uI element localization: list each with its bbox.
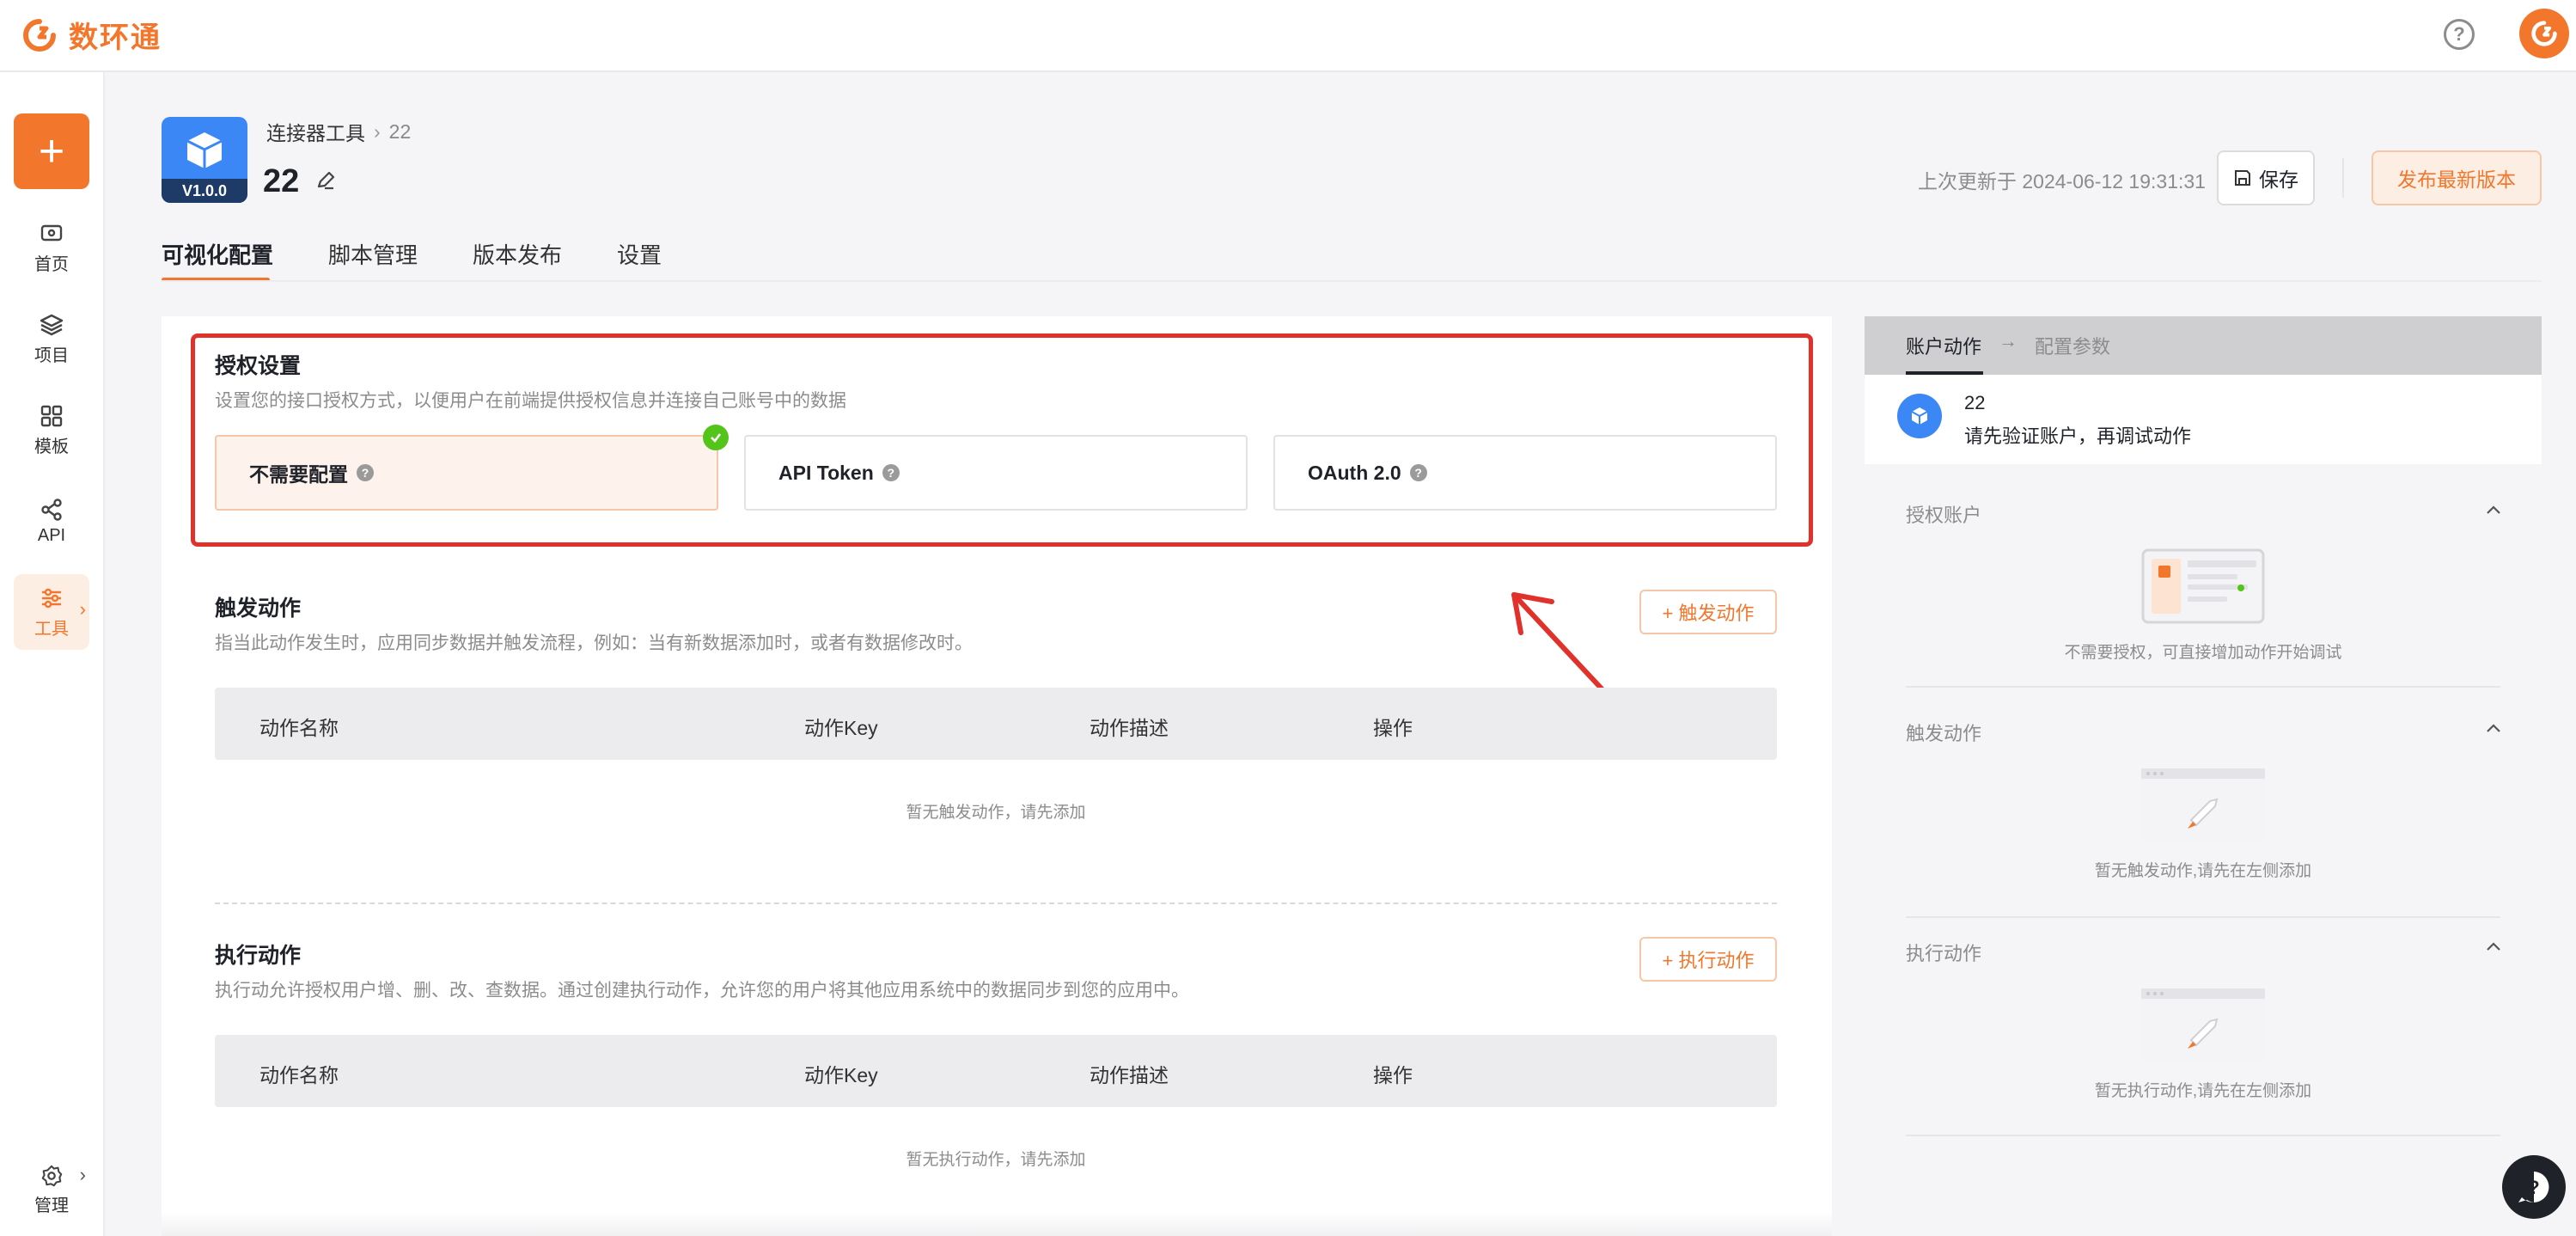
breadcrumb-current: 22 bbox=[388, 119, 412, 143]
trigger-empty-text: 暂无触发动作，请先添加 bbox=[906, 804, 1086, 822]
cube-icon bbox=[1897, 394, 1942, 438]
grid-icon bbox=[40, 405, 63, 426]
svg-text:?: ? bbox=[2528, 1177, 2539, 1198]
nav-item-home[interactable]: 首页 bbox=[14, 210, 89, 285]
publish-button[interactable]: 发布最新版本 bbox=[2372, 150, 2542, 205]
tools-icon bbox=[42, 588, 61, 608]
trigger-debug-section-title: 触发动作 bbox=[1906, 723, 1982, 744]
execute-debug-section-title: 执行动作 bbox=[1906, 943, 1982, 964]
brand-name: 数环通 bbox=[69, 21, 162, 54]
nav-label-tools: 工具 bbox=[34, 619, 69, 639]
section-divider bbox=[1906, 686, 2500, 688]
home-icon bbox=[40, 224, 63, 241]
section-divider bbox=[215, 903, 1777, 904]
section-divider bbox=[1906, 916, 2500, 918]
page-title-text: 22 bbox=[263, 163, 300, 199]
section-divider bbox=[1906, 1135, 2500, 1136]
execute-empty-text: 暂无执行动作，请先添加 bbox=[906, 1151, 1086, 1169]
nav-label-home: 首页 bbox=[34, 254, 69, 274]
help-chat-icon: ? bbox=[2518, 1172, 2549, 1202]
floating-help-button[interactable]: ? bbox=[2502, 1155, 2566, 1219]
brand-logo-icon bbox=[23, 18, 56, 52]
save-button[interactable]: 保存 bbox=[2217, 150, 2315, 205]
nav-item-tools[interactable]: 工具 › bbox=[14, 574, 89, 650]
tab-config-params[interactable]: 配置参数 bbox=[2035, 332, 2110, 359]
connector-hint: 请先验证账户，再调试动作 bbox=[1964, 425, 2192, 447]
chevron-right-icon: › bbox=[79, 598, 86, 620]
avatar-logo-icon bbox=[2531, 21, 2557, 46]
chevron-up-icon[interactable] bbox=[2483, 937, 2504, 958]
add-execute-button[interactable]: + 执行动作 bbox=[1639, 937, 1777, 982]
app-icon: V1.0.0 bbox=[162, 117, 247, 203]
debug-panel: 账户动作 → 配置参数 22 请先验证账户，再调试动作 授权账户 不需要授权，可… bbox=[1865, 316, 2542, 1236]
breadcrumb: 连接器工具 › 22 bbox=[266, 117, 411, 146]
auth-illustration-icon bbox=[2141, 548, 2265, 624]
nav-label-projects: 项目 bbox=[34, 346, 69, 365]
main-tabs: 可视化配置 脚本管理 版本发布 设置 bbox=[162, 234, 717, 282]
connector-name: 22 bbox=[1964, 392, 1986, 413]
avatar[interactable] bbox=[2519, 9, 2569, 58]
debug-tabs: 账户动作 → 配置参数 bbox=[1865, 316, 2542, 375]
tab-release[interactable]: 版本发布 bbox=[473, 234, 617, 282]
column-header: 动作Key bbox=[804, 1064, 878, 1086]
nav-item-api[interactable]: API bbox=[14, 483, 89, 559]
divider bbox=[2342, 158, 2344, 198]
column-header: 操作 bbox=[1373, 717, 1413, 739]
execute-section-title: 执行动作 bbox=[215, 944, 302, 968]
trigger-section-title: 触发动作 bbox=[215, 597, 302, 621]
nav-item-templates[interactable]: 模板 bbox=[14, 392, 89, 468]
rocket-illustration-icon bbox=[2141, 768, 2265, 841]
chevron-up-icon[interactable] bbox=[2483, 719, 2504, 739]
left-nav: + 首页 项目 模板 API 工具 › 管理 › bbox=[0, 72, 105, 1236]
api-icon bbox=[41, 498, 62, 521]
auth-account-section-title: 授权账户 bbox=[1906, 505, 1982, 526]
rocket-illustration-icon bbox=[2141, 988, 2265, 1061]
chevron-right-icon: › bbox=[79, 1164, 86, 1185]
cube-icon bbox=[186, 132, 223, 168]
column-header: 动作描述 bbox=[1090, 1064, 1169, 1086]
connector-card: 22 请先验证账户，再调试动作 bbox=[1865, 375, 2542, 464]
last-updated: 上次更新于 2024-06-12 19:31:31 bbox=[1918, 170, 2206, 193]
chevron-right-icon: › bbox=[374, 119, 381, 143]
tab-script[interactable]: 脚本管理 bbox=[328, 234, 473, 282]
nav-label-api: API bbox=[37, 525, 66, 545]
execute-table-header: 动作名称 动作Key 动作描述 操作 bbox=[215, 1035, 1777, 1107]
save-label: 保存 bbox=[2259, 168, 2298, 191]
trigger-debug-empty-text: 暂无触发动作,请先在左侧添加 bbox=[2094, 862, 2312, 880]
tab-visual-config[interactable]: 可视化配置 bbox=[162, 234, 328, 282]
chevron-up-icon[interactable] bbox=[2483, 500, 2504, 521]
column-header: 动作名称 bbox=[259, 1064, 339, 1086]
column-header: 动作描述 bbox=[1090, 717, 1169, 739]
nav-label-templates: 模板 bbox=[34, 437, 69, 456]
nav-item-manage[interactable]: 管理 › bbox=[14, 1155, 89, 1224]
top-bar: 数环通 ? bbox=[0, 0, 2576, 72]
layers-icon bbox=[40, 314, 64, 335]
arrow-right-icon: → bbox=[1999, 330, 2017, 352]
create-button[interactable]: + bbox=[14, 113, 89, 189]
tab-account-actions[interactable]: 账户动作 bbox=[1906, 332, 1984, 375]
page-title: 22 bbox=[263, 163, 337, 200]
nav-item-projects[interactable]: 项目 bbox=[14, 301, 89, 376]
nav-label-manage: 管理 bbox=[34, 1196, 69, 1215]
edit-icon[interactable] bbox=[314, 163, 337, 200]
column-header: 动作名称 bbox=[259, 717, 339, 739]
trigger-table-header: 动作名称 动作Key 动作描述 操作 bbox=[215, 688, 1777, 760]
auth-account-empty-text: 不需要授权，可直接增加动作开始调试 bbox=[2064, 644, 2342, 662]
version-badge: V1.0.0 bbox=[162, 179, 247, 203]
scroll-fade bbox=[162, 1212, 1832, 1236]
add-trigger-button[interactable]: + 触发动作 bbox=[1639, 590, 1777, 634]
brand-logo[interactable]: 数环通 bbox=[21, 14, 162, 56]
breadcrumb-link[interactable]: 连接器工具 bbox=[266, 117, 365, 146]
execute-section-desc: 执行动允许授权用户增、删、改、查数据。通过创建执行动作，允许您的用户将其他应用系… bbox=[215, 981, 1189, 1000]
execute-debug-empty-text: 暂无执行动作,请先在左侧添加 bbox=[2094, 1082, 2312, 1100]
tabs-divider bbox=[162, 280, 2542, 282]
save-icon bbox=[2235, 170, 2250, 186]
tab-settings[interactable]: 设置 bbox=[617, 234, 717, 282]
help-icon[interactable]: ? bbox=[2444, 19, 2475, 50]
annotation-highlight-box bbox=[191, 333, 1813, 547]
column-header: 操作 bbox=[1373, 1064, 1413, 1086]
trigger-section-desc: 指当此动作发生时，应用同步数据并触发流程，例如：当有新数据添加时，或者有数据修改… bbox=[215, 633, 973, 653]
gear-icon bbox=[41, 1165, 63, 1186]
column-header: 动作Key bbox=[804, 717, 878, 739]
